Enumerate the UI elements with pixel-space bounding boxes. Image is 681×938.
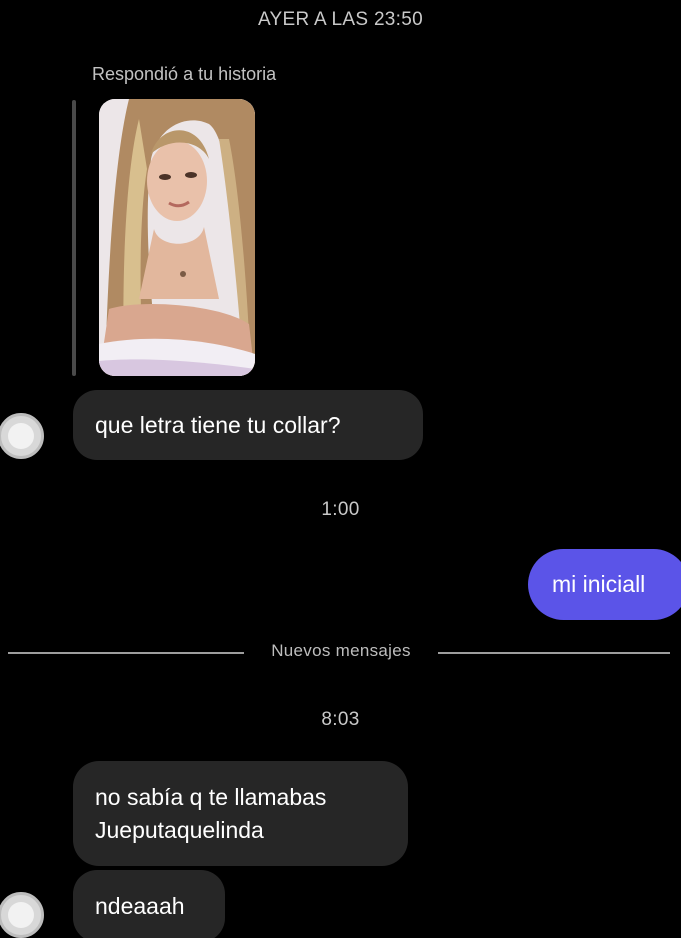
story-reply-caption: Respondió a tu historia <box>92 64 277 84</box>
timestamp-first: AYER A LAS 23:50 <box>257 9 423 30</box>
received-message-1[interactable]: que letra tiene tu collar? <box>73 390 423 460</box>
story-reply-bar <box>72 100 76 376</box>
sender-avatar[interactable] <box>0 413 44 459</box>
new-messages-divider-left <box>8 652 244 654</box>
timestamp-third: 8:03 <box>321 709 360 730</box>
sent-message-1[interactable]: mi iniciall <box>528 549 681 620</box>
new-messages-divider-right <box>438 652 670 654</box>
received-message-2-line1: no sabía q te llamabas <box>95 784 327 810</box>
received-message-2-line2: Jueputaquelinda <box>95 817 264 843</box>
new-messages-divider-label: Nuevos mensajes <box>271 641 411 660</box>
received-message-2[interactable]: no sabía q te llamabas Jueputaquelinda <box>73 761 408 866</box>
story-thumbnail[interactable] <box>99 99 255 376</box>
sender-avatar[interactable] <box>0 892 44 938</box>
timestamp-second: 1:00 <box>321 499 360 520</box>
received-message-3[interactable]: ndeaaah <box>73 870 225 938</box>
